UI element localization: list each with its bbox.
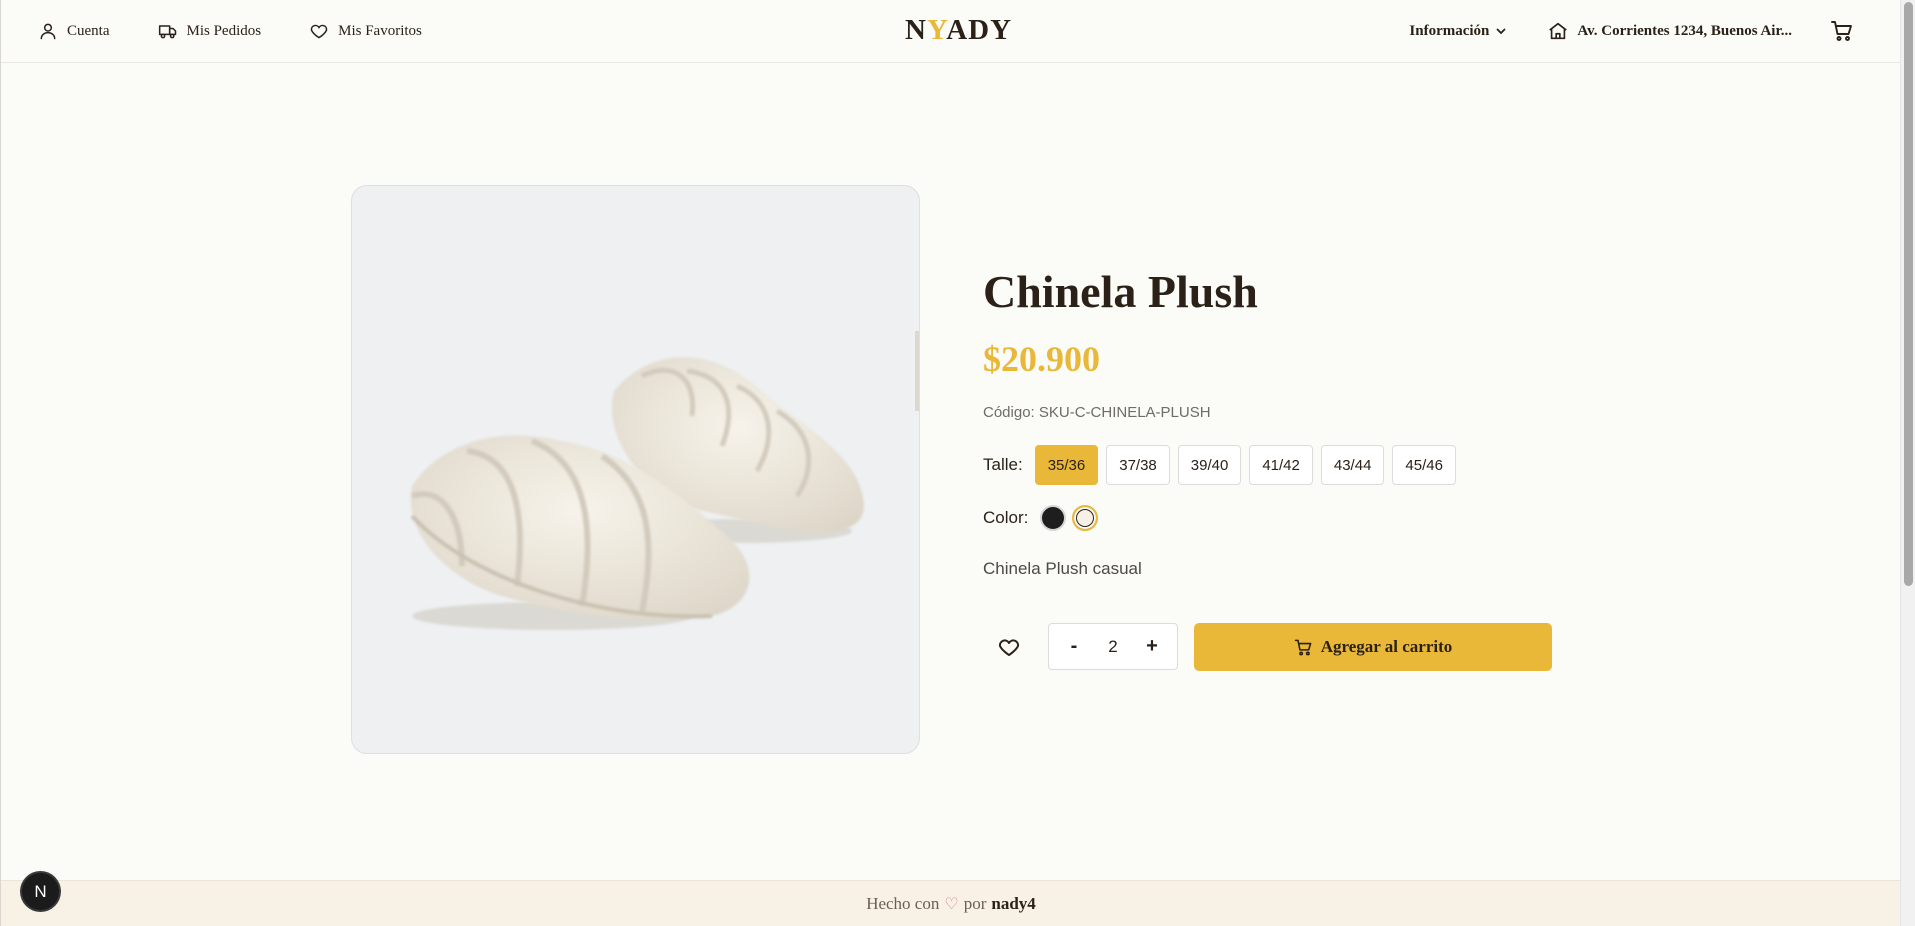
scrollbar[interactable] (1900, 0, 1915, 926)
address-text: Av. Corrientes 1234, Buenos Air... (1577, 22, 1792, 39)
quantity-stepper: - + (1048, 623, 1178, 670)
favorites-link[interactable]: Mis Favoritos (309, 21, 422, 41)
size-option[interactable]: 43/44 (1320, 445, 1385, 485)
add-to-cart-button[interactable]: Agregar al carrito (1194, 623, 1552, 671)
heart-icon: ♡ (944, 895, 959, 913)
account-link[interactable]: Cuenta (38, 21, 110, 41)
slipper-image (410, 331, 919, 630)
footer: Hecho con ♡ por nady4 (1, 880, 1901, 926)
product-sku: Código: SKU-C-CHINELA-PLUSH (983, 404, 1211, 421)
size-option[interactable]: 37/38 (1106, 445, 1170, 485)
increment-button[interactable]: + (1143, 635, 1161, 658)
heart-icon (310, 24, 328, 39)
add-to-cart-label: Agregar al carrito (1320, 637, 1453, 656)
nav-left: Cuenta Mis Pedidos Mis Favoritos (38, 0, 422, 62)
cart-icon (1294, 639, 1312, 655)
color-swatch-black[interactable] (1040, 505, 1067, 531)
orders-label: Mis Pedidos (186, 22, 262, 39)
product-description: Chinela Plush casual (983, 559, 1142, 578)
favorites-label: Mis Favoritos (338, 22, 422, 39)
size-option[interactable]: 39/40 (1177, 445, 1242, 485)
size-selector: Talle: 35/36 37/38 39/40 41/42 43/44 45/… (983, 445, 1464, 485)
account-label: Cuenta (67, 22, 110, 39)
nav-right: Información Av. Corrientes 1234, Buenos … (1409, 0, 1854, 62)
footer-prefix: Hecho con (866, 893, 940, 913)
dev-badge[interactable]: N (22, 873, 59, 910)
quantity-input[interactable] (1093, 636, 1133, 657)
cart-button[interactable] (1830, 19, 1854, 43)
footer-author[interactable]: nady4 (991, 894, 1035, 914)
scrollbar-thumb[interactable] (1904, 2, 1913, 586)
size-option[interactable]: 35/36 (1034, 445, 1099, 485)
logo[interactable]: NYADY (905, 14, 1012, 47)
logo-n: N (905, 14, 927, 46)
product-price: $20.900 (983, 339, 1100, 379)
truck-icon (158, 25, 176, 39)
cart-icon (1831, 21, 1852, 41)
product-title: Chinela Plush (983, 266, 1258, 317)
user-icon (40, 23, 56, 40)
info-dropdown[interactable]: Información (1409, 23, 1507, 40)
footer-middle: por (963, 893, 987, 913)
logo-y: Y (926, 14, 947, 46)
address-selector[interactable]: Av. Corrientes 1234, Buenos Air... (1547, 20, 1792, 42)
decrement-button[interactable]: - (1065, 635, 1083, 658)
orders-link[interactable]: Mis Pedidos (158, 21, 262, 41)
top-navbar: Cuenta Mis Pedidos Mis Favoritos NYADY I… (1, 0, 1901, 63)
purchase-actions: - + Agregar al carrito (983, 623, 1553, 671)
info-label: Información (1409, 22, 1490, 39)
size-label: Talle: (983, 455, 1023, 474)
size-option[interactable]: 41/42 (1249, 445, 1313, 485)
logo-rest: ADY (946, 14, 1013, 46)
heart-icon[interactable] (997, 635, 1021, 659)
color-swatch-cream[interactable] (1072, 505, 1099, 531)
product-image (351, 185, 920, 754)
chevron-down-icon (1497, 28, 1506, 35)
color-label: Color: (983, 508, 1029, 527)
color-selector: Color: (983, 505, 1104, 531)
size-option[interactable]: 45/46 (1392, 445, 1456, 485)
home-icon (1549, 22, 1568, 40)
